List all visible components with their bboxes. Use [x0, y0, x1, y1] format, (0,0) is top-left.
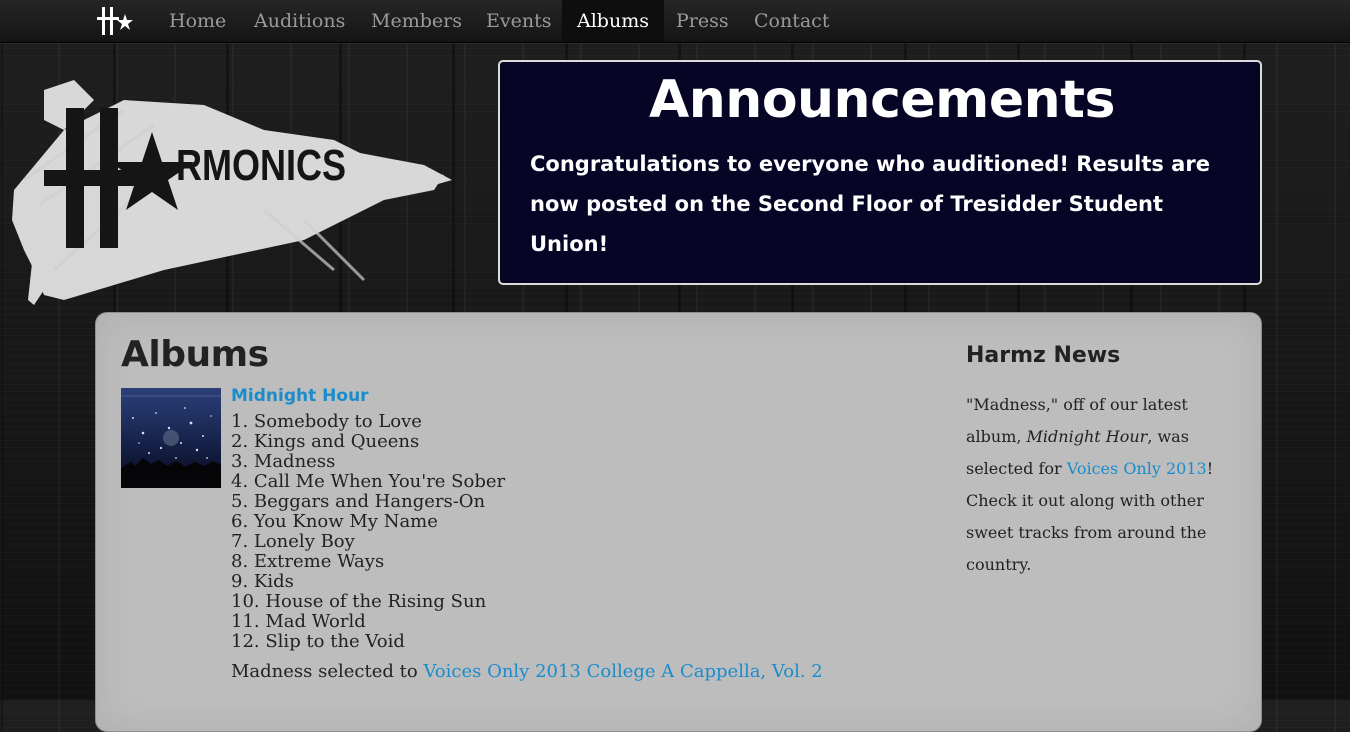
voices-only-compilation-link[interactable]: Voices Only 2013 College A Cappella, Vol… [423, 661, 822, 682]
track-item: 1. Somebody to Love [231, 411, 422, 432]
selection-prefix: Madness selected to [231, 661, 424, 682]
news-title: Harmz News [966, 343, 1121, 368]
track-item: 4. Call Me When You're Sober [231, 471, 506, 492]
nav-members[interactable]: Members [356, 0, 477, 42]
nav-events[interactable]: Events [471, 0, 566, 42]
track-item: 2. Kings and Queens [231, 431, 420, 452]
announcements-body: Congratulations to everyone who audition… [530, 152, 1210, 256]
track-item: 7. Lonely Boy [231, 531, 355, 552]
track-item: 8. Extreme Ways [231, 551, 385, 572]
nav-contact[interactable]: Contact [739, 0, 844, 42]
logo-text: RMONICS [176, 141, 346, 190]
nav-auditions[interactable]: Auditions [239, 0, 360, 42]
track-list: 1. Somebody to Love 2. Kings and Queens … [231, 412, 505, 652]
track-item: 6. You Know My Name [231, 511, 438, 532]
nav-press[interactable]: Press [661, 0, 744, 42]
harmonics-brand-icon[interactable] [96, 5, 134, 37]
album-cover-image[interactable] [121, 388, 221, 488]
nav-albums[interactable]: Albums [562, 0, 664, 42]
top-navbar: Home Auditions Members Events Albums Pre… [0, 0, 1350, 43]
track-item: 3. Madness [231, 451, 336, 472]
page-title: Albums [121, 334, 269, 375]
album-title-link[interactable]: Midnight Hour [231, 386, 369, 406]
nav-home[interactable]: Home [154, 0, 241, 42]
track-item: 9. Kids [231, 571, 294, 592]
harmonics-logo: RMONICS [12, 80, 452, 305]
track-item: 11. Mad World [231, 611, 366, 632]
announcements-title: Announcements [649, 70, 1115, 130]
track-item: 5. Beggars and Hangers-On [231, 491, 486, 512]
track-item: 12. Slip to the Void [231, 631, 405, 652]
news-album-name: Midnight Hour [1026, 427, 1148, 446]
voices-only-link[interactable]: Voices Only 2013 [1067, 459, 1207, 478]
announcements-box: Announcements Congratulations to everyon… [498, 60, 1262, 285]
selection-note: Madness selected to Voices Only 2013 Col… [231, 661, 823, 682]
track-item: 10. House of the Rising Sun [231, 591, 487, 612]
news-body: "Madness," off of our latest album, Midn… [966, 389, 1226, 581]
